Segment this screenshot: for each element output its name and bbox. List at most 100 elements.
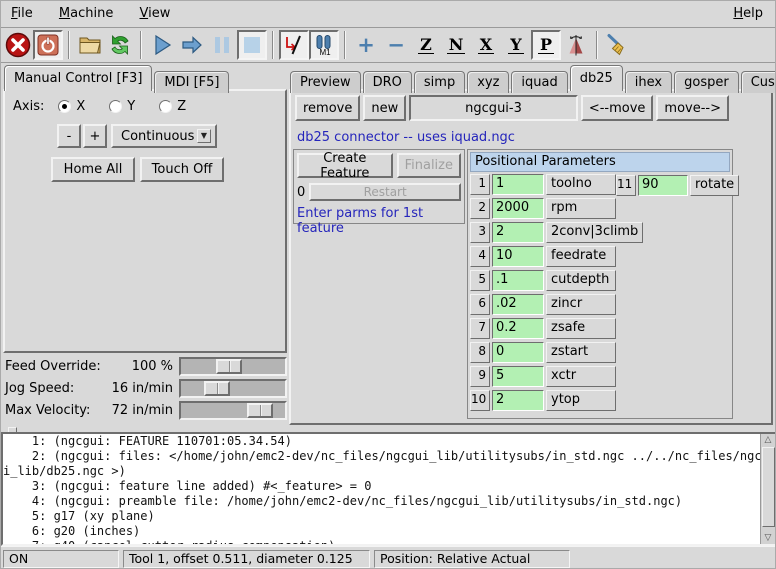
- touch-off-button[interactable]: Touch Off: [140, 157, 224, 182]
- param-row: 11 90 rotate: [616, 175, 739, 196]
- jog-speed-slider[interactable]: [179, 379, 287, 398]
- menu-view[interactable]: View: [137, 1, 172, 27]
- view-z-rotated-button[interactable]: N: [441, 30, 471, 60]
- toolbar-separator: [344, 31, 346, 59]
- jog-speed-handle[interactable]: [204, 381, 230, 396]
- jog-minus-button[interactable]: -: [57, 124, 81, 148]
- tab-manual-control[interactable]: Manual Control [F3]: [4, 65, 152, 91]
- view-p-button[interactable]: P: [531, 30, 561, 60]
- tab-db25[interactable]: db25: [570, 65, 623, 91]
- optional-pause-icon: M1: [313, 34, 335, 56]
- param-number: 9: [470, 366, 490, 387]
- tab-mdi[interactable]: MDI [F5]: [154, 71, 229, 93]
- optional-pause-toggle[interactable]: M1: [309, 30, 339, 60]
- estop-icon: [5, 32, 31, 58]
- param-value-input[interactable]: 2: [492, 390, 544, 411]
- machine-power-button[interactable]: [33, 30, 63, 60]
- max-velocity-slider[interactable]: [179, 401, 287, 420]
- view-x-button[interactable]: X: [471, 30, 501, 60]
- param-value-input[interactable]: 10: [492, 246, 544, 267]
- param-value-input[interactable]: .1: [492, 270, 544, 291]
- step-button[interactable]: [177, 30, 207, 60]
- param-name-label: 2conv|3climb: [546, 222, 643, 243]
- param-value-input[interactable]: 2: [492, 222, 544, 243]
- gcode-scrollbar[interactable]: △ ▽: [760, 434, 775, 544]
- param-row: 8 0 zstart: [470, 342, 732, 363]
- clear-plot-button[interactable]: [603, 30, 633, 60]
- play-icon: [151, 34, 173, 56]
- new-button[interactable]: new: [363, 95, 406, 121]
- menu-file[interactable]: File: [9, 1, 35, 27]
- home-all-button[interactable]: Home All: [51, 157, 135, 182]
- toolbar-separator: [140, 31, 142, 59]
- skip-lines-icon: [283, 34, 305, 56]
- letter-x-icon: X: [478, 36, 494, 54]
- move-right-button[interactable]: move-->: [656, 95, 729, 121]
- scroll-up-icon[interactable]: △: [761, 434, 775, 446]
- skip-lines-toggle[interactable]: [279, 30, 309, 60]
- tab-xyz[interactable]: xyz: [467, 71, 509, 93]
- view-z-button[interactable]: Z: [411, 30, 441, 60]
- restart-button[interactable]: Restart: [309, 183, 461, 201]
- stop-button[interactable]: [237, 30, 267, 60]
- run-button[interactable]: [147, 30, 177, 60]
- scrollbar-thumb[interactable]: [762, 447, 775, 527]
- rotate-cone-icon: [565, 34, 587, 56]
- tab-iquad[interactable]: iquad: [511, 71, 567, 93]
- rotate-view-toggle[interactable]: [561, 30, 591, 60]
- param-value-input[interactable]: 2000: [492, 198, 544, 219]
- tab-custom[interactable]: Custom: [741, 71, 776, 93]
- tab-gosper[interactable]: gosper: [674, 71, 739, 93]
- radio-axis-x[interactable]: [58, 100, 71, 113]
- feed-override-handle[interactable]: [216, 359, 242, 374]
- create-feature-button[interactable]: Create Feature: [297, 153, 393, 178]
- gcode-line: 1: (ngcgui: FEATURE 110701:05.34.54): [3, 434, 775, 449]
- zoom-out-button[interactable]: −: [381, 30, 411, 60]
- param-value-input[interactable]: 5: [492, 366, 544, 387]
- status-bar: ON Tool 1, offset 0.511, diameter 0.125 …: [1, 546, 776, 569]
- gcode-text-area[interactable]: 1: (ngcgui: FEATURE 110701:05.34.54) 2: …: [1, 432, 776, 546]
- jog-plus-button[interactable]: +: [83, 124, 107, 148]
- gcode-line: 2: (ngcgui: files: </home/john/emc2-dev/…: [3, 449, 775, 464]
- radio-axis-z[interactable]: [159, 100, 172, 113]
- instance-name-field[interactable]: ngcgui-3: [409, 95, 578, 121]
- param-value-input[interactable]: 0.2: [492, 318, 544, 339]
- scroll-down-icon[interactable]: ▽: [761, 532, 775, 544]
- toolbar-separator: [596, 31, 598, 59]
- max-velocity-handle[interactable]: [247, 403, 273, 418]
- view-y-button[interactable]: Y: [501, 30, 531, 60]
- pause-button[interactable]: [207, 30, 237, 60]
- param-number: 5: [470, 270, 490, 291]
- param-value-input[interactable]: 1: [492, 174, 544, 195]
- param-value-input[interactable]: 0: [492, 342, 544, 363]
- param-row: 2 2000 rpm: [470, 198, 732, 219]
- radio-axis-y[interactable]: [109, 100, 122, 113]
- toolbar: M1 + − Z N X Y P: [1, 28, 775, 63]
- zoom-in-button[interactable]: +: [351, 30, 381, 60]
- tab-simp[interactable]: simp: [414, 71, 465, 93]
- feed-override-slider[interactable]: [179, 357, 287, 376]
- reload-button[interactable]: [105, 30, 135, 60]
- right-notebook-tabs: PreviewDROsimpxyziquaddb25ihexgosperCust…: [290, 65, 776, 90]
- machine-state-cell: ON: [3, 550, 119, 568]
- jog-mode-select[interactable]: Continuous ▼: [111, 124, 217, 148]
- arrow-right-icon: [180, 34, 204, 56]
- finalize-button[interactable]: Finalize: [397, 153, 461, 178]
- param-name-label: cutdepth: [546, 270, 616, 291]
- menu-help[interactable]: Help: [731, 1, 765, 27]
- estop-button[interactable]: [3, 30, 33, 60]
- hint-text: Enter parms for 1st feature: [297, 206, 461, 236]
- axis-label: Axis:: [13, 99, 44, 114]
- menu-machine[interactable]: Machine: [57, 1, 115, 27]
- tab-ihex[interactable]: ihex: [625, 71, 672, 93]
- jog-sliders: Feed Override: 100 % Jog Speed: 16 in/mi…: [1, 357, 288, 423]
- tab-preview[interactable]: Preview: [290, 71, 361, 93]
- move-left-button[interactable]: <--move: [581, 95, 654, 121]
- power-icon: [37, 34, 59, 56]
- remove-button[interactable]: remove: [295, 95, 360, 121]
- open-file-button[interactable]: [75, 30, 105, 60]
- feed-override-row: Feed Override: 100 %: [1, 357, 288, 377]
- param-value-input[interactable]: .02: [492, 294, 544, 315]
- tab-dro[interactable]: DRO: [363, 71, 412, 93]
- param-value-input[interactable]: 90: [638, 175, 688, 196]
